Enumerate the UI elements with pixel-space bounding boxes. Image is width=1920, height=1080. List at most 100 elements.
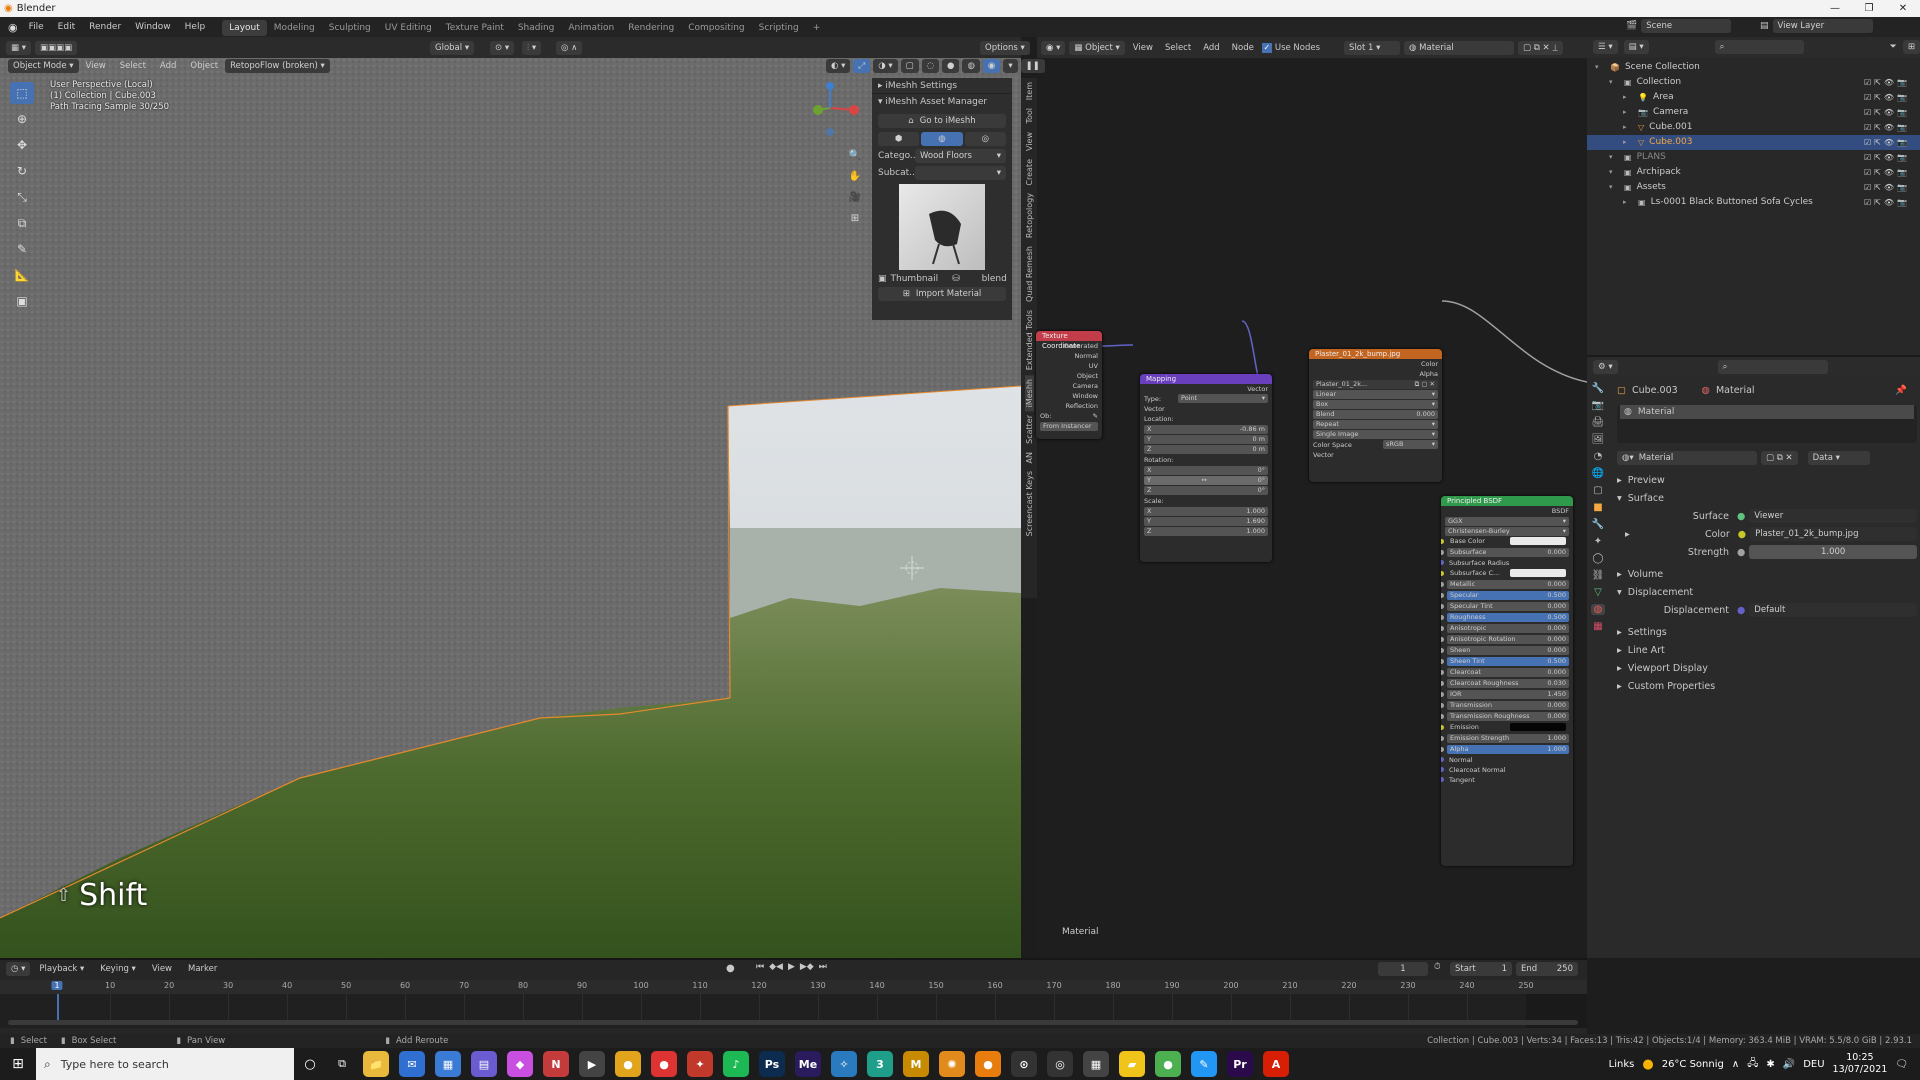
bsdf-input-row[interactable]: Clearcoat 0.000	[1441, 668, 1573, 678]
bluetooth-icon[interactable]: ✱	[1766, 1059, 1774, 1070]
from-instancer-toggle[interactable]: From Instancer	[1040, 422, 1098, 431]
zoom-icon[interactable]: 🔍	[846, 146, 864, 164]
tab-uv-editing[interactable]: UV Editing	[378, 20, 439, 36]
scene-field[interactable]: Scene	[1641, 19, 1732, 33]
color-swatch[interactable]	[1510, 569, 1566, 577]
taskbar-app-icon[interactable]: ✎	[1191, 1051, 1217, 1077]
socket-dot-icon[interactable]	[1441, 703, 1444, 708]
location-z-field[interactable]: Z 0 m	[1144, 445, 1268, 454]
world-tab-icon[interactable]: 🌐	[1592, 468, 1604, 479]
color-texture-field[interactable]: Plaster_01_2k_bump.jpg	[1750, 527, 1917, 541]
particles-tab-icon[interactable]: ✦	[1594, 536, 1602, 547]
blend-field[interactable]: Blend 0.000	[1313, 410, 1438, 419]
goto-imeshh-button[interactable]: ⌂ Go to iMeshh	[878, 114, 1006, 128]
socket-dot-icon[interactable]	[1441, 747, 1444, 752]
bsdf-input-row[interactable]: Roughness 0.500	[1441, 613, 1573, 623]
tab-retopology[interactable]: Retopology	[1025, 189, 1034, 242]
viewport-menu-view[interactable]: View	[79, 58, 113, 74]
jump-start-icon[interactable]: ⏮	[756, 962, 764, 972]
preview-panel-header[interactable]: ▸ Preview	[1617, 471, 1917, 489]
properties-type-icon[interactable]: ⚙ ▾	[1593, 360, 1618, 374]
windows-start-icon[interactable]: ⊞	[0, 1048, 36, 1080]
bsdf-input-row[interactable]: Sheen Tint 0.500	[1441, 657, 1573, 667]
shading-solid-icon[interactable]: ●	[942, 59, 960, 73]
tab-scripting[interactable]: Scripting	[752, 20, 806, 36]
tray-chevron-icon[interactable]: ∧	[1732, 1059, 1739, 1070]
menu-help[interactable]: Help	[178, 17, 213, 37]
image-file-selector[interactable]: Plaster_01_2k... ⧉ ▢ ✕	[1313, 380, 1438, 389]
annotate-tool-icon[interactable]: ✎	[10, 238, 34, 260]
material-slot-item[interactable]: ◍ Material	[1620, 405, 1914, 419]
node-editor[interactable]: ◉ ▾ ▦ Object ▾ View Select Add Node ✓ Use…	[1036, 37, 1587, 958]
view-layer-selector[interactable]: ▤ View Layer	[1760, 19, 1873, 33]
displacement-panel-header[interactable]: ▾ Displacement	[1617, 583, 1917, 601]
outliner-item[interactable]: ▾ ▣ Assets ☑⇱👁📷	[1587, 180, 1920, 195]
retopoflow-dropdown[interactable]: RetopoFlow (broken) ▾	[225, 59, 330, 73]
gizmo-toggle-icon[interactable]: ⤢	[853, 59, 871, 73]
cortana-icon[interactable]: ○	[294, 1057, 326, 1072]
socket-dot-icon[interactable]	[1441, 659, 1444, 664]
outliner-item[interactable]: ▾ ▣ Collection ☑⇱👁📷	[1587, 75, 1920, 90]
socket-dot-icon[interactable]	[1441, 714, 1444, 719]
output-tab-icon[interactable]: 🖨	[1592, 417, 1605, 428]
visibility-toggles[interactable]: ☑⇱👁📷	[1864, 180, 1910, 195]
timeline[interactable]: ◷ ▾ Playback ▾ Keying ▾ View Marker ● ⏮ ◆…	[0, 958, 1587, 1034]
object-tab-icon[interactable]: ■	[1593, 502, 1602, 513]
settings-panel-header[interactable]: ▸ Settings	[1617, 623, 1917, 641]
bsdf-input-row[interactable]: Normal	[1441, 755, 1573, 765]
timeline-track[interactable]: 1 10 20 30 40 50 60 70 80 90 100 110 120 130 140 150 160…	[0, 980, 1587, 1028]
expand-arrow-icon[interactable]: ▸	[1623, 120, 1633, 135]
menu-render[interactable]: Render	[82, 17, 128, 37]
expand-arrow-icon[interactable]: ▸	[1623, 195, 1633, 210]
taskbar-app-icon[interactable]: A	[1263, 1051, 1289, 1077]
bsdf-input-row[interactable]: Anisotropic 0.000	[1441, 624, 1573, 634]
timeline-menu-playback[interactable]: Playback ▾	[32, 960, 91, 978]
taskbar-app-icon[interactable]: M	[903, 1051, 929, 1077]
scene-tab-icon[interactable]: ◔	[1594, 451, 1603, 462]
volume-icon[interactable]: 🔊	[1783, 1059, 1795, 1070]
outliner-item[interactable]: ▸ 💡 Area ☑⇱👁📷	[1587, 90, 1920, 105]
scene-selector[interactable]: 🎬 Scene	[1626, 19, 1732, 33]
bsdf-input-row[interactable]: Emission Strength 1.000	[1441, 734, 1573, 744]
surface-shader-field[interactable]: Viewer	[1749, 509, 1917, 523]
material-datablock-icons[interactable]: ▢ ⧉ ✕	[1761, 451, 1798, 465]
taskbar-app-icon[interactable]: ●	[1155, 1051, 1181, 1077]
next-key-icon[interactable]: ▶◆	[800, 962, 814, 972]
tab-animation[interactable]: Animation	[561, 20, 621, 36]
imeshh-settings-header[interactable]: ▸ iMeshh Settings	[872, 78, 1012, 94]
expand-arrow-icon[interactable]: ▾	[1609, 180, 1619, 195]
pivot-icon[interactable]: ⊙ ▾	[490, 41, 515, 55]
shading-material-icon[interactable]: ◍	[962, 59, 980, 73]
input-language[interactable]: DEU	[1803, 1059, 1824, 1070]
custom-properties-panel-header[interactable]: ▸ Custom Properties	[1617, 677, 1917, 695]
expand-arrow-icon[interactable]: ▾	[1609, 165, 1619, 180]
visibility-toggles[interactable]: ☑⇱👁📷	[1864, 75, 1910, 90]
timeline-menu-keying[interactable]: Keying ▾	[93, 960, 143, 978]
source-dropdown[interactable]: Single Image ▾	[1313, 430, 1438, 439]
bsdf-input-row[interactable]: Base Color	[1441, 537, 1573, 547]
mapping-type-dropdown[interactable]: Point ▾	[1178, 394, 1268, 403]
view-layer-tab-icon[interactable]: 🖼	[1592, 434, 1605, 445]
tab-item[interactable]: Item	[1025, 78, 1034, 104]
current-frame-field[interactable]: 1	[1378, 962, 1428, 976]
taskbar-app-icon[interactable]: ♪	[723, 1051, 749, 1077]
taskbar-app-icon[interactable]: ●	[615, 1051, 641, 1077]
snap-icon[interactable]: ⫶ ▾	[522, 41, 542, 55]
new-collection-icon[interactable]: ⊞	[1902, 40, 1920, 54]
taskbar-app-icon[interactable]: Pr	[1227, 1051, 1253, 1077]
timeline-menu-marker[interactable]: Marker	[181, 960, 224, 978]
gizmo-y-ball[interactable]	[813, 105, 823, 115]
distribution-dropdown[interactable]: GGX ▾	[1445, 517, 1569, 526]
taskbar-app-icon[interactable]: ▶	[579, 1051, 605, 1077]
principled-bsdf-node[interactable]: Principled BSDF BSDF GGX ▾ Christensen-Bu…	[1441, 496, 1573, 866]
pause-render-icon[interactable]: ❚❚	[1020, 59, 1045, 73]
bsdf-input-row[interactable]: Sheen 0.000	[1441, 646, 1573, 656]
strength-field[interactable]: 1.000	[1749, 545, 1917, 559]
pin-icon[interactable]: 📌	[1895, 385, 1907, 396]
tab-shading[interactable]: Shading	[511, 20, 562, 36]
expand-arrow-icon[interactable]: ▾	[1609, 150, 1619, 165]
add-cube-tool-icon[interactable]: ▣	[10, 290, 34, 312]
bsdf-input-row[interactable]: Transmission 0.000	[1441, 701, 1573, 711]
socket-dot-icon[interactable]	[1441, 670, 1444, 675]
scale-tool-icon[interactable]: ⤡	[10, 186, 34, 208]
